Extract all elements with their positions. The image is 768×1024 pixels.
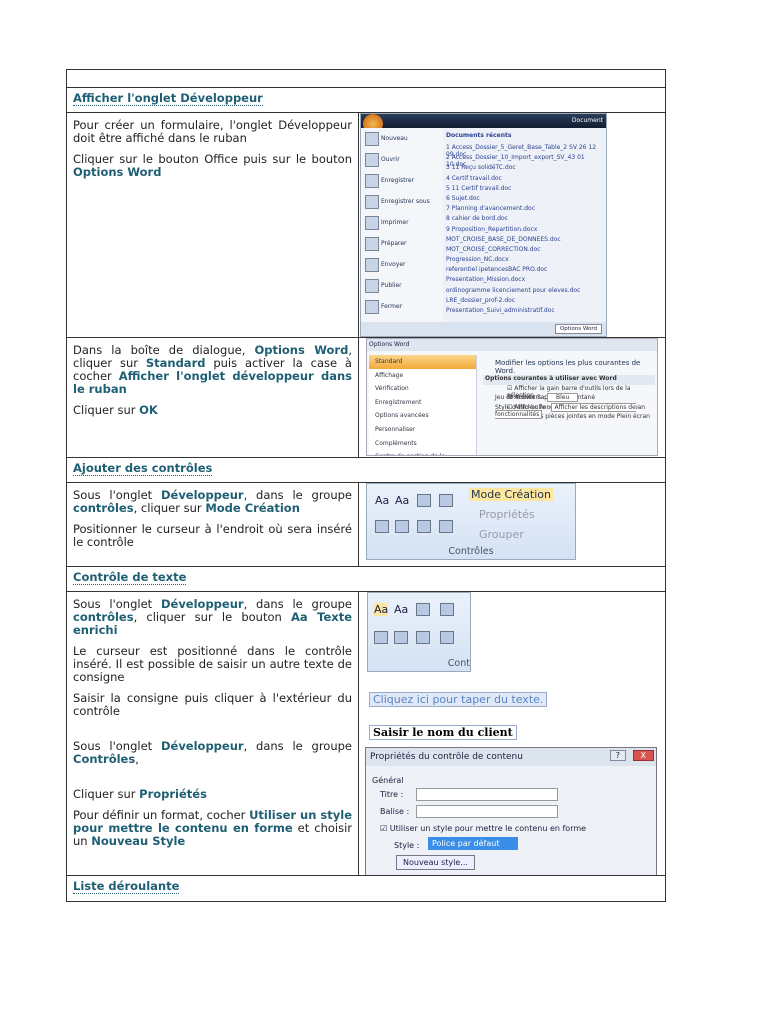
new-style-button[interactable]: Nouveau style... <box>396 855 475 870</box>
group-name: Contrôles <box>448 546 494 557</box>
title-input[interactable] <box>416 788 558 801</box>
list-item[interactable]: 9 Proposition_Repartition.docx <box>446 226 604 236</box>
table-row: Pour créer un formulaire, l'onglet Dével… <box>67 113 665 338</box>
title-bar: Document <box>361 114 606 128</box>
list-item[interactable]: Affichage <box>369 369 476 383</box>
text: Le curseur est positionné dans le contrô… <box>73 644 352 684</box>
list-item[interactable]: Presentation_Mission.docx <box>446 276 604 286</box>
list-item[interactable]: 1 Access_Dossier_5_Geret_Base_Table_2 SV… <box>446 144 604 158</box>
style-select[interactable]: Police par défaut <box>428 837 518 850</box>
block-icon <box>417 520 431 533</box>
list-icon <box>375 520 389 533</box>
list-item[interactable]: 4 Certif travail.doc <box>446 175 604 185</box>
dialog-header: Modifier les options les plus courantes … <box>495 359 641 375</box>
list-item[interactable]: 6 Sujet.doc <box>446 195 604 205</box>
text: Pour créer un formulaire, l'onglet Dével… <box>73 118 352 145</box>
instruction-cell: Sous l'onglet Développeur, dans le group… <box>67 483 359 566</box>
properties-button[interactable]: Propriétés <box>479 508 535 521</box>
list-item[interactable]: Vérification <box>369 382 476 396</box>
text: Positionner le curseur à l'endroit où se… <box>73 522 352 549</box>
mode-creation-button[interactable]: Mode Création <box>469 488 554 501</box>
close-button[interactable]: X <box>632 750 654 761</box>
group-title: Options courantes à utiliser avec Word <box>483 375 655 385</box>
options-dialog-screenshot: Options Word Standard Affichage Vérificati… <box>366 338 658 456</box>
instruction-cell: Dans la boîte de dialogue, Options Word,… <box>67 338 359 457</box>
list-item[interactable]: Enregistrement <box>369 396 476 410</box>
list-item[interactable]: MOT_CROISE_CORRECTION.doc <box>446 246 604 256</box>
text: Sous l'onglet Développeur, dans le group… <box>73 739 352 766</box>
heading-text: Ajouter des contrôles <box>73 461 213 476</box>
list-item[interactable]: referentiel ipetencesBAC PRO.doc <box>446 266 604 276</box>
dialog-title: Options Word <box>367 339 657 351</box>
list-item[interactable]: Standard <box>369 355 476 369</box>
list-item[interactable]: 7 Planning d'avancement.doc <box>446 205 604 215</box>
picture-icon <box>417 494 431 507</box>
heading-text: Liste déroulante <box>73 879 180 894</box>
list-item[interactable]: Enregistrer sous <box>361 191 443 212</box>
list-item[interactable]: Presentation_Suivi_administratif.doc <box>446 307 604 317</box>
text: Cliquer sur OK <box>73 403 158 417</box>
list-item[interactable]: Nouveau <box>361 128 443 149</box>
table-row: Sous l'onglet Développeur, dans le group… <box>67 483 665 567</box>
text: Dans la boîte de dialogue, Options Word,… <box>73 343 352 396</box>
text: Pour définir un format, cocher Utiliser … <box>73 808 353 848</box>
section-heading: Contrôle de texte <box>67 567 665 592</box>
group-button[interactable]: Grouper <box>479 528 524 541</box>
empty-row <box>67 70 665 88</box>
list-item[interactable]: Préparer <box>361 233 443 254</box>
controls-ribbon-screenshot: Aa Aa Mode Création Propriétés Grouper Co… <box>366 483 576 560</box>
section-heading: Ajouter des contrôles <box>67 458 665 483</box>
list-item[interactable]: ordinogramme licenciement pour eleves.do… <box>446 287 604 297</box>
list-item[interactable]: Centre de gestion de la confidentialité <box>369 450 476 455</box>
tag-input[interactable] <box>416 805 558 818</box>
text: Sous l'onglet Développeur, dans le group… <box>73 488 352 515</box>
combo-icon <box>439 494 453 507</box>
section-heading: Afficher l'onglet Développeur <box>67 88 665 113</box>
list-item[interactable]: Personnaliser <box>369 423 476 437</box>
use-style-checkbox[interactable]: ☑ Utiliser un style pour mettre le conte… <box>380 824 586 833</box>
list-item[interactable]: MOT_CROISE_BASE_DE_DONNEES.doc <box>446 236 604 246</box>
list-item[interactable]: 8 cahier de bord.doc <box>446 215 604 225</box>
properties-dialog-screenshot: Propriétés du contrôle de contenu ? X Gé… <box>365 747 657 875</box>
tools-icon <box>439 520 453 533</box>
list-item[interactable]: LRE_dossier_prof-2.doc <box>446 297 604 307</box>
text: Cliquer sur le bouton Office puis sur le… <box>73 152 352 179</box>
text: Cliquer sur Propriétés <box>73 787 207 801</box>
list-item[interactable]: Publier <box>361 275 443 296</box>
instruction-cell: Sous l'onglet Développeur, dans le group… <box>67 592 359 875</box>
content-control-placeholder[interactable]: Cliquez ici pour taper du texte. <box>369 692 548 707</box>
list-item[interactable]: 3 11 Reçu solidéTC.doc <box>446 164 604 174</box>
heading-text: Afficher l'onglet Développeur <box>73 91 263 106</box>
color-select[interactable]: Bleu <box>546 393 579 403</box>
list-item[interactable]: Fermer <box>361 296 443 317</box>
list-item[interactable]: Envoyer <box>361 254 443 275</box>
instruction-cell: Pour créer un formulaire, l'onglet Dével… <box>67 113 359 337</box>
options-word-button[interactable]: Options Word <box>554 324 602 334</box>
table-row: Sous l'onglet Développeur, dans le group… <box>67 592 665 876</box>
list-item[interactable]: Ouvrir <box>361 149 443 170</box>
table-row: Dans la boîte de dialogue, Options Word,… <box>67 338 665 458</box>
document-table: Afficher l'onglet Développeur Pour créer… <box>66 69 666 902</box>
office-menu-screenshot: Document Nouveau Ouvrir Enregistrer Enregis… <box>360 113 607 337</box>
screenshot-cell: Document Nouveau Ouvrir Enregistrer Enregis… <box>359 113 665 337</box>
help-button[interactable]: ? <box>609 750 626 761</box>
list-item[interactable]: 2 Access_Dossier_10_Import_export_SV_43 … <box>446 154 604 168</box>
content-control-filled[interactable]: Saisir le nom du client <box>369 725 517 740</box>
list-item[interactable]: Options avancées <box>369 409 476 423</box>
list-item[interactable]: Progression_NC.docx <box>446 256 604 266</box>
list-item[interactable]: Enregistrer <box>361 170 443 191</box>
section-heading: Liste déroulante <box>67 876 665 901</box>
list-item[interactable]: Imprimer <box>361 212 443 233</box>
heading-text: Contrôle de texte <box>73 570 187 585</box>
ribbon-screenshot: Aa Aa Cont <box>367 592 471 672</box>
date-icon <box>395 520 409 533</box>
text: Saisir la consigne puis cliquer à l'exté… <box>73 691 352 718</box>
list-item[interactable]: 5 11 Certif travail.doc <box>446 185 604 195</box>
recent-title: Documents récents <box>446 132 512 139</box>
list-item[interactable]: Compléments <box>369 437 476 451</box>
text: Sous l'onglet Développeur, dans le group… <box>73 597 352 637</box>
